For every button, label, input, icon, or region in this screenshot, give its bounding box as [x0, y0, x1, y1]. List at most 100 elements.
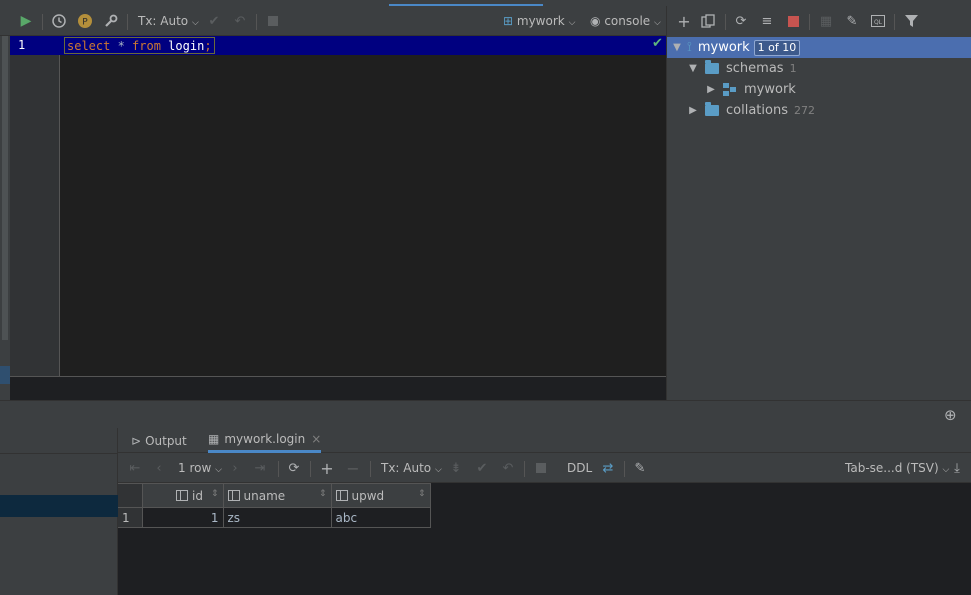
row-number-header — [118, 483, 143, 508]
tx-mode-dropdown[interactable]: Tx: Auto ⌵ — [138, 14, 199, 28]
schema-icon — [723, 82, 737, 97]
stop-icon[interactable] — [784, 12, 802, 30]
collapse-arrow-icon[interactable]: ▼ — [669, 42, 685, 53]
rollback-icon[interactable]: ↶ — [231, 12, 249, 30]
toolbar-separator — [809, 14, 810, 30]
commit-icon[interactable]: ✔ — [205, 12, 223, 30]
run-icon[interactable]: ▶ — [17, 12, 35, 30]
cell-uname[interactable]: zs — [222, 507, 332, 528]
sql-editor[interactable] — [60, 36, 666, 376]
settings-wrench-icon[interactable] — [102, 12, 120, 30]
row-number: 1 — [118, 507, 143, 528]
parameters-icon[interactable]: P — [76, 12, 94, 30]
column-icon — [335, 489, 348, 501]
divider — [0, 453, 118, 454]
previous-page-icon[interactable]: ‹ — [150, 459, 168, 477]
session-selector[interactable]: ◉ console ⌵ — [590, 14, 661, 28]
results-toolbar: ⇤ ‹ 1 row ⌵ › ⇥ ⟳ + − Tx: Auto ⌵ ⇟ ✔ ↶ D… — [118, 453, 971, 483]
tab-label: mywork.login — [224, 432, 306, 446]
collapse-arrow-icon[interactable]: ▼ — [685, 63, 701, 74]
tab-mywork-login[interactable]: ▦ mywork.login × — [208, 428, 322, 453]
submit-icon[interactable]: ⇟ — [447, 459, 465, 477]
collations-count: 272 — [793, 104, 815, 117]
sort-icon[interactable]: ⇕ — [418, 489, 426, 499]
row-count-dropdown[interactable]: 1 row ⌵ — [178, 461, 222, 475]
table-icon: ▦ — [208, 432, 220, 446]
schema-compare-icon[interactable]: ≡ — [758, 12, 776, 30]
toolbar-separator — [310, 461, 311, 477]
scrollbar-thumb[interactable] — [2, 36, 8, 340]
keyword-from: from — [132, 39, 161, 53]
folder-icon — [705, 60, 719, 74]
folder-icon — [705, 102, 719, 116]
line-number: 1 — [18, 38, 26, 52]
table-icon[interactable]: ▦ — [817, 12, 835, 30]
statement-terminator: ; — [204, 39, 212, 53]
tree-node-schemas[interactable]: ▼ schemas 1 — [685, 58, 797, 79]
panel-divider-bar — [0, 400, 971, 428]
edit-pencil-icon[interactable]: ✎ — [843, 12, 861, 30]
close-icon[interactable]: × — [311, 432, 321, 446]
toolbar-separator — [278, 461, 279, 477]
commit-icon[interactable]: ✔ — [473, 459, 491, 477]
schema-label: mywork — [744, 82, 796, 97]
next-page-icon[interactable]: › — [226, 459, 244, 477]
cell-id[interactable]: 1 — [141, 507, 224, 528]
column-header-id[interactable]: id ⇕ — [141, 483, 224, 508]
crosshair-icon[interactable]: ⊕ — [944, 406, 957, 424]
toolbar-separator — [524, 461, 525, 477]
stop-icon[interactable] — [532, 459, 550, 477]
column-header-uname[interactable]: uname ⇕ — [222, 483, 332, 508]
table-row[interactable]: 1 1 zs abc — [118, 507, 431, 528]
export-format-dropdown[interactable]: Tab-se...d (TSV) ⌵ — [845, 461, 949, 475]
delete-row-icon[interactable]: − — [344, 459, 362, 478]
svg-text:P: P — [82, 18, 88, 28]
add-row-icon[interactable]: + — [318, 459, 336, 478]
datasource-icon: ⟟ — [687, 40, 692, 55]
first-page-icon[interactable]: ⇤ — [126, 459, 144, 477]
rollback-icon[interactable]: ↶ — [499, 459, 517, 477]
sort-icon[interactable]: ⇕ — [319, 489, 327, 499]
datasource-selector[interactable]: ⊞ mywork ⌵ — [503, 14, 575, 28]
code-line[interactable]: select * from login; — [64, 37, 215, 54]
editor-horizontal-scroll-area — [10, 376, 666, 400]
schemas-label: schemas — [726, 61, 784, 76]
stop-icon[interactable] — [264, 12, 282, 30]
cell-upwd[interactable]: abc — [330, 507, 431, 528]
column-header-upwd[interactable]: upwd ⇕ — [330, 483, 431, 508]
expand-arrow-icon[interactable]: ▶ — [685, 105, 701, 116]
add-icon[interactable]: + — [675, 12, 693, 31]
schema-count-badge[interactable]: 1 of 10 — [753, 39, 801, 56]
sort-icon[interactable]: ⇕ — [211, 489, 219, 499]
token-star: * — [110, 39, 133, 53]
svg-text:QL: QL — [874, 19, 883, 26]
compare-icon[interactable]: ⇄ — [599, 459, 617, 477]
tree-node-collations[interactable]: ▶ collations 272 — [685, 100, 815, 121]
history-icon[interactable] — [50, 12, 68, 30]
datasource-label: mywork — [697, 40, 750, 55]
filter-icon[interactable] — [902, 12, 920, 30]
toolbar-separator — [624, 461, 625, 477]
schemas-count: 1 — [789, 62, 797, 75]
last-page-icon[interactable]: ⇥ — [251, 459, 269, 477]
copy-icon[interactable] — [699, 12, 717, 30]
pin-icon[interactable]: ✎ — [631, 459, 649, 477]
download-icon[interactable]: ⤓ — [948, 459, 966, 477]
ddl-button[interactable]: DDL — [567, 461, 592, 475]
results-tx-mode-dropdown[interactable]: Tx: Auto ⌵ — [381, 461, 442, 475]
left-scroll-strip — [0, 36, 10, 400]
expand-arrow-icon[interactable]: ▶ — [703, 84, 719, 95]
query-console-icon[interactable]: QL — [869, 12, 887, 30]
results-table: id ⇕ uname ⇕ upwd ⇕ 1 1 zs abc — [118, 483, 431, 528]
table-header-row: id ⇕ uname ⇕ upwd ⇕ — [118, 483, 431, 508]
table-identifier: login — [160, 39, 205, 53]
refresh-icon[interactable]: ⟳ — [285, 459, 303, 477]
tab-label: Output — [145, 433, 187, 448]
tree-node-datasource[interactable]: ▼ ⟟ mywork 1 of 10 — [667, 37, 971, 58]
refresh-icon[interactable]: ⟳ — [732, 12, 750, 30]
selection-marker — [0, 366, 10, 384]
toolbar-separator — [256, 14, 257, 30]
tab-output[interactable]: ⊳ Output — [131, 428, 187, 453]
tree-node-schema-mywork[interactable]: ▶ mywork — [703, 79, 796, 100]
selected-service-row[interactable] — [0, 495, 118, 517]
